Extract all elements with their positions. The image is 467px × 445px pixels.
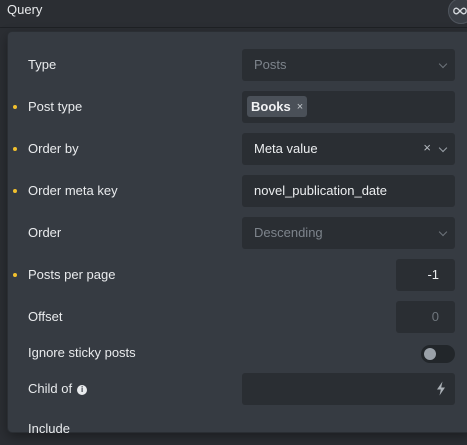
chevron-down-icon <box>438 143 448 153</box>
order-by-select[interactable]: Meta value × <box>242 133 455 165</box>
order-meta-key-input[interactable]: novel_publication_date <box>242 175 455 207</box>
post-type-tag: Books × <box>247 96 308 117</box>
type-value: Posts <box>254 57 287 72</box>
modified-indicator <box>13 273 17 277</box>
order-label: Order <box>28 225 62 240</box>
child-of-label-text: Child of <box>28 381 73 396</box>
order-meta-key-label: Order meta key <box>28 183 118 198</box>
type-row: Type Posts <box>8 49 467 81</box>
post-type-row: Post type Books × <box>8 91 467 123</box>
offset-value: 0 <box>431 309 439 324</box>
ignore-sticky-label: Ignore sticky posts <box>28 345 136 360</box>
info-icon[interactable]: i <box>77 385 88 395</box>
dynamic-data-icon[interactable] <box>436 381 446 396</box>
order-by-label: Order by <box>28 141 79 156</box>
include-row: Include <box>8 413 467 445</box>
modified-indicator <box>13 189 17 193</box>
posts-per-page-row: Posts per page -1 <box>8 259 467 291</box>
order-by-row: Order by Meta value × <box>8 133 467 165</box>
order-row: Order Descending <box>8 217 467 249</box>
order-select[interactable]: Descending <box>242 217 455 249</box>
tag-label: Books <box>251 99 291 114</box>
child-of-row: Child of i <box>8 373 467 405</box>
query-settings-panel: Type Posts Post type Books × Order by Me… <box>8 32 467 436</box>
toggle-knob <box>424 348 436 360</box>
offset-row: Offset 0 <box>8 301 467 333</box>
posts-per-page-label: Posts per page <box>28 267 116 282</box>
type-select[interactable]: Posts <box>242 49 455 81</box>
query-header: Query <box>0 0 467 28</box>
offset-input[interactable]: 0 <box>396 301 455 333</box>
posts-per-page-input[interactable]: -1 <box>396 259 455 291</box>
query-title: Query <box>7 2 43 17</box>
tag-remove-icon[interactable]: × <box>297 101 303 113</box>
ignore-sticky-row: Ignore sticky posts <box>8 337 467 369</box>
ignore-sticky-toggle[interactable] <box>421 345 455 363</box>
order-meta-key-row: Order meta key novel_publication_date <box>8 175 467 207</box>
chevron-down-icon <box>438 59 448 69</box>
post-type-select[interactable]: Books × <box>242 91 455 123</box>
order-by-value: Meta value <box>254 141 318 156</box>
modified-indicator <box>13 105 17 109</box>
clear-icon[interactable]: × <box>423 140 431 155</box>
child-of-label: Child of i <box>28 381 88 396</box>
loop-toggle-button[interactable] <box>448 0 467 24</box>
order-meta-key-value: novel_publication_date <box>254 183 387 198</box>
child-of-input[interactable] <box>242 373 455 405</box>
offset-label: Offset <box>28 309 63 324</box>
infinity-icon <box>453 7 467 15</box>
modified-indicator <box>13 147 17 151</box>
type-label: Type <box>28 57 57 72</box>
include-label: Include <box>28 421 70 436</box>
post-type-label: Post type <box>28 99 83 114</box>
posts-per-page-value: -1 <box>427 267 439 282</box>
chevron-down-icon <box>438 227 448 237</box>
order-value: Descending <box>254 225 323 240</box>
